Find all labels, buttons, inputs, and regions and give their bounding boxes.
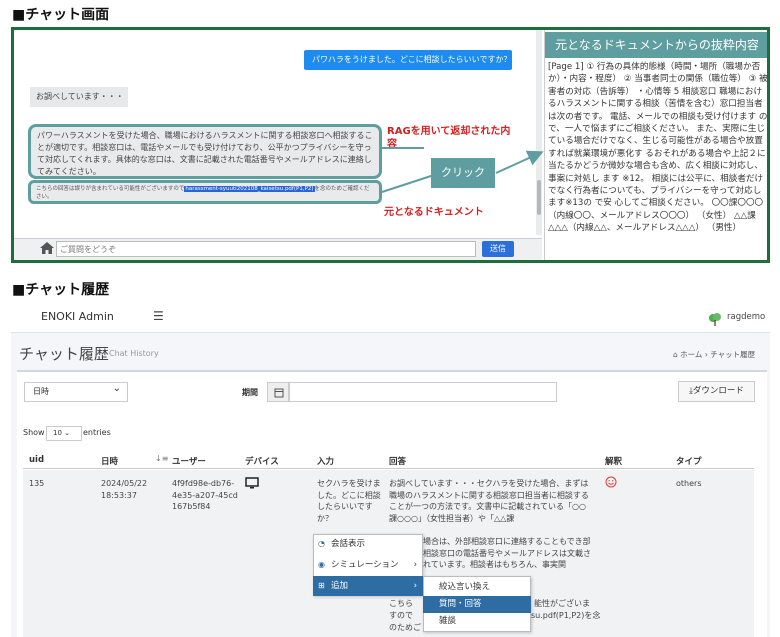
source-notice-prefix: こちらの回答は誤りが含まれている可能性がございますので [36, 186, 185, 192]
submenu-item-rephrase[interactable]: 絞込言い換え [423, 579, 531, 596]
section-title-chat-history: ■チャット履歴 [12, 282, 110, 298]
desktop-icon [245, 477, 259, 489]
column-header-answer[interactable]: 回答 [389, 455, 406, 467]
menu-toggle-icon[interactable]: ☰ [153, 309, 164, 323]
chat-screen-frame: パワハラをうけました。どこに相談したらいいですか？ お調べしています・・・ パワ… [11, 27, 770, 263]
admin-chat-history: ENOKI Admin ☰ ragdemo チャット履歴 Chat Histor… [11, 300, 770, 637]
cell-answer-lower-3: のためご [389, 623, 421, 632]
entries-select[interactable]: 10 ⌄ [46, 426, 82, 441]
column-header-user[interactable]: ユーザー [172, 455, 206, 467]
sort-icon[interactable]: ↓≡ [155, 454, 168, 463]
column-header-uid[interactable]: uid [29, 455, 44, 465]
context-menu-item-show-conversation[interactable]: 会話表示 [313, 534, 423, 554]
submenu-item-chat[interactable]: 雑談 [423, 613, 531, 630]
context-menu-item-simulation[interactable]: シミュレーション › [313, 555, 423, 575]
cell-answer-lower-right: 能性がございま [534, 599, 590, 608]
breadcrumb-text[interactable]: ホーム › チャット履歴 [680, 350, 755, 359]
entries-label: entries [83, 428, 111, 437]
ctx-item-label: 会話表示 [331, 539, 366, 549]
cell-type: others [676, 479, 702, 488]
column-header-interpretation[interactable]: 解釈 [605, 455, 622, 467]
user-message-bubble: パワハラをうけました。どこに相談したらいいですか？ [304, 50, 512, 70]
chat-scrollbar-thumb[interactable] [537, 180, 541, 215]
rag-annotation-label: RAGを用いて返却された内容 [387, 126, 511, 150]
cell-datetime: 2024/05/22 18:53:37 [101, 479, 148, 500]
period-input[interactable] [289, 382, 557, 402]
add-icon: ⊞ [318, 581, 325, 590]
waiting-message-bubble: お調べしています・・・ [30, 87, 128, 107]
page-subtitle: Chat History [109, 349, 159, 358]
home-icon[interactable] [40, 242, 54, 254]
rag-answer-bubble: パワーハラスメントを受けた場合、職場におけるハラスメントに関する相談窓口へ相談す… [28, 124, 382, 179]
source-document-link[interactable]: harassment-syuuti202108_kaisetsu.pdf(P1,… [184, 186, 315, 192]
user-avatar-icon[interactable] [708, 312, 722, 326]
cell-answer: お調べしています・・・セクハラを受けた場合、まずは職場のハラスメントに関する相談… [389, 479, 589, 523]
brand-name[interactable]: ENOKI Admin [41, 310, 114, 323]
column-header-input[interactable]: 入力 [317, 455, 334, 467]
smile-icon[interactable] [605, 476, 617, 488]
cell-user: 4f9fd98e-db76-4e35-a207-45cd167b5f84 [172, 479, 238, 511]
column-header-type[interactable]: タイプ [676, 455, 702, 467]
source-document-notice: こちらの回答は誤りが含まれている可能性がございますのでharassment-sy… [28, 180, 382, 204]
entries-value: 10 [53, 429, 62, 437]
calendar-icon[interactable] [267, 382, 289, 402]
cell-answer-continued: 場合は、外部相談窓口に連絡することもでき部相談窓口の電話番号やメールアドレスは文… [423, 537, 591, 569]
chevron-right-icon: › [413, 581, 417, 591]
date-field-select[interactable]: 日時 [24, 380, 128, 402]
simulation-icon: ◉ [318, 560, 325, 569]
period-label: 期間 [242, 388, 258, 397]
send-button[interactable]: 送信 [482, 241, 514, 257]
context-menu-item-add[interactable]: 追加 › [313, 576, 423, 596]
click-annotation-box: クリック [431, 158, 495, 188]
user-name[interactable]: ragdemo [727, 312, 765, 322]
page-title: チャット履歴 [19, 345, 109, 363]
submenu-item-qa[interactable]: 質問・回答 [423, 596, 531, 613]
table-header-divider [23, 468, 754, 469]
ctx-item-label: 追加 [331, 581, 349, 591]
cell-uid: 135 [29, 479, 45, 488]
ctx-item-label: シミュレーション [331, 560, 399, 570]
section-title-chat-screen: ■チャット画面 [12, 7, 110, 23]
chevron-right-icon: › [413, 560, 417, 570]
document-annotation-label: 元となるドキュメント [384, 207, 484, 218]
chat-question-input[interactable] [56, 241, 476, 257]
breadcrumb: ⌂ ホーム › チャット履歴 [673, 349, 755, 360]
column-header-device[interactable]: デバイス [245, 455, 279, 467]
download-button[interactable]: ⤓ダウンロード [678, 381, 755, 402]
document-excerpt-title: 元となるドキュメントからの抜粋内容 [545, 32, 767, 58]
download-label: ダウンロード [692, 386, 744, 396]
chat-bubble-icon: ◔ [318, 539, 325, 548]
cell-answer-lower-2: すので [389, 611, 413, 620]
cell-answer-lower-right-2: su.pdf(P1,P2)を念 [531, 611, 601, 620]
cell-input: セクハラを受けました。どこに相談したらいいですか？ [317, 479, 381, 523]
cell-answer-lower: こちら [389, 599, 413, 608]
document-excerpt-text: [Page 1] ① 行為の具体的態様（時間・場所（職場か否か）・内容・程度） … [548, 62, 768, 234]
show-label: Show [23, 428, 45, 437]
top-navbar [11, 300, 770, 333]
column-header-datetime[interactable]: 日時 [101, 455, 118, 467]
